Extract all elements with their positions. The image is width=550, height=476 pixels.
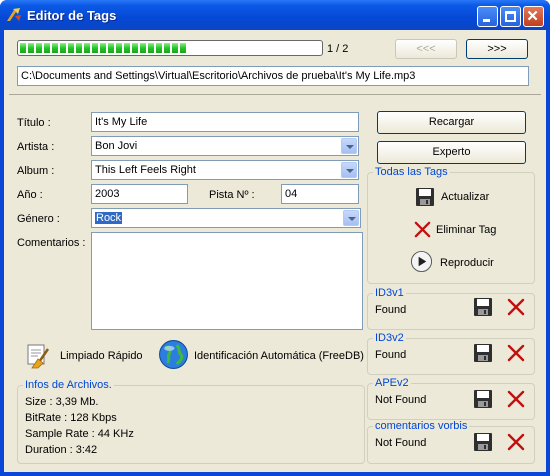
reload-button[interactable]: Recargar [377, 111, 526, 134]
genre-combo[interactable]: Rock [91, 208, 361, 228]
title-input[interactable]: It's My Life [91, 112, 359, 132]
tag-name: ID3v1 [373, 287, 406, 299]
file-info-title: Infos de Archivos. [23, 379, 114, 391]
delete-icon[interactable] [506, 389, 526, 409]
all-tags-title: Todas las Tags [373, 166, 450, 178]
year-input[interactable]: 2003 [91, 184, 188, 204]
file-duration: Duration : 3:42 [25, 444, 98, 456]
file-path-field[interactable]: C:\Documents and Settings\Virtual\Escrit… [17, 66, 529, 86]
genre-value: Rock [95, 212, 123, 224]
progress-block [124, 43, 130, 53]
save-icon [416, 188, 434, 206]
album-combo[interactable]: This Left Feels Right [91, 160, 359, 180]
progress-block [148, 43, 154, 53]
prev-button[interactable]: <<< [395, 39, 457, 59]
progress-block [172, 43, 178, 53]
tag-status: Not Found [375, 437, 427, 449]
progress-block [60, 43, 66, 53]
delete-tag-button[interactable]: Eliminar Tag [411, 219, 531, 241]
delete-icon[interactable] [506, 343, 526, 363]
progress-block [108, 43, 114, 53]
track-input[interactable]: 04 [281, 184, 359, 204]
tag-name: APEv2 [373, 377, 411, 389]
progress-block [68, 43, 74, 53]
progress-block [116, 43, 122, 53]
progress-block [76, 43, 82, 53]
chevron-down-icon[interactable] [341, 138, 357, 154]
progress-block [100, 43, 106, 53]
artist-label: Artista : [17, 141, 55, 153]
delete-icon[interactable] [506, 432, 526, 452]
file-size: Size : 3,39 Mb. [25, 396, 99, 408]
broom-icon [27, 344, 50, 369]
file-sample-rate: Sample Rate : 44 KHz [25, 428, 134, 440]
progress-block [44, 43, 50, 53]
minimize-button[interactable] [477, 6, 498, 27]
window-title: Editor de Tags [27, 8, 117, 23]
save-icon[interactable] [473, 389, 493, 409]
progress-block [36, 43, 42, 53]
artist-value: Bon Jovi [95, 140, 138, 152]
delete-icon[interactable] [506, 297, 526, 317]
separator [9, 94, 541, 95]
delete-icon [414, 221, 431, 238]
chevron-down-icon[interactable] [343, 210, 359, 226]
app-icon [7, 8, 21, 21]
delete-tag-label: Eliminar Tag [436, 224, 497, 236]
comments-label: Comentarios : [17, 237, 86, 249]
progress-block [164, 43, 170, 53]
app-window: Editor de Tags 1 / 2 <<< >>> C:\Document… [0, 0, 550, 476]
title-bar[interactable]: Editor de Tags [0, 0, 550, 30]
freedb-button[interactable]: Identificación Automática (FreeDB) [158, 339, 368, 371]
freedb-label: Identificación Automática (FreeDB) [194, 350, 364, 362]
album-value: This Left Feels Right [95, 164, 196, 176]
progress-fill [20, 43, 320, 53]
track-label: Pista Nº : [209, 189, 255, 201]
title-label: Título : [17, 117, 51, 129]
comments-textarea[interactable] [91, 232, 363, 330]
maximize-icon [505, 11, 516, 22]
tag-status: Not Found [375, 394, 427, 406]
play-icon [410, 250, 433, 273]
globe-icon [159, 340, 188, 369]
close-icon [527, 10, 538, 21]
progress-counter: 1 / 2 [327, 43, 349, 55]
play-label: Reproducir [440, 257, 494, 269]
maximize-button[interactable] [500, 6, 521, 27]
tag-name: comentarios vorbis [373, 420, 470, 432]
save-icon[interactable] [473, 432, 493, 452]
update-label: Actualizar [441, 191, 490, 203]
client-area: 1 / 2 <<< >>> C:\Documents and Settings\… [4, 30, 546, 472]
minimize-icon [483, 19, 490, 22]
progress-block [28, 43, 34, 53]
file-bitrate: BitRate : 128 Kbps [25, 412, 117, 424]
progress-bar [17, 40, 323, 56]
progress-block [140, 43, 146, 53]
quick-clean-label: Limpiado Rápido [60, 350, 143, 362]
progress-block [84, 43, 90, 53]
progress-block [132, 43, 138, 53]
progress-block [156, 43, 162, 53]
play-button[interactable]: Reproducir [410, 250, 520, 274]
artist-combo[interactable]: Bon Jovi [91, 136, 359, 156]
close-button[interactable] [523, 6, 544, 27]
progress-block [92, 43, 98, 53]
progress-block [20, 43, 26, 53]
update-button[interactable]: Actualizar [413, 186, 523, 208]
chevron-down-icon[interactable] [341, 162, 357, 178]
album-label: Album : [17, 165, 55, 177]
expert-button[interactable]: Experto [377, 141, 526, 164]
save-icon[interactable] [473, 343, 493, 363]
year-label: Año : [17, 189, 43, 201]
progress-block [52, 43, 58, 53]
quick-clean-button[interactable]: Limpiado Rápido [24, 341, 154, 371]
tag-status: Found [375, 349, 407, 361]
progress-block [180, 43, 186, 53]
save-icon[interactable] [473, 297, 493, 317]
tag-status: Found [375, 304, 407, 316]
next-button[interactable]: >>> [466, 39, 528, 59]
genre-label: Género : [17, 213, 60, 225]
tag-name: ID3v2 [373, 332, 406, 344]
